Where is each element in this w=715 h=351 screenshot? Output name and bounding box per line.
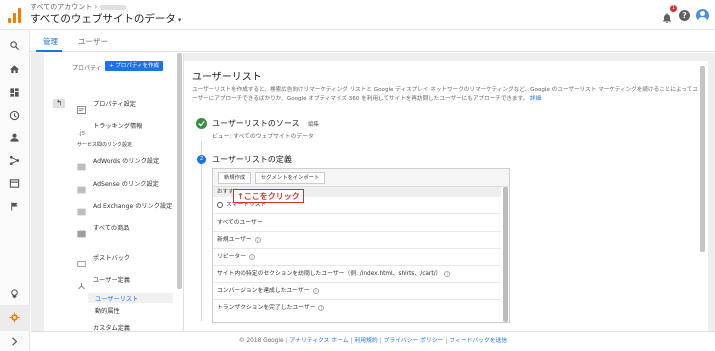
footer-link-privacy[interactable]: プライバシー ポリシー [384,338,444,344]
blurred-account-name [100,4,127,10]
import-segment-tab[interactable]: セグメントをインポート [255,172,326,184]
acquisition-icon[interactable] [8,154,21,167]
tracking-code-icon: .js [77,121,86,136]
app-root: すべてのアカウント › すべてのウェブサイトのデータ ▾ 1 ? 管理 ユーザー… [0,0,715,351]
adsense-icon [77,179,86,194]
expand-rail-icon[interactable] [8,335,21,348]
help-icon[interactable]: ? [444,270,451,277]
option-label: すべてのユーザー [217,220,263,226]
nav-link-postback[interactable]: ポストバック [93,253,130,262]
option-label: トランザクションを完了したユーザー [217,305,316,311]
list-item[interactable]: すべてのユーザー [213,215,501,232]
breadcrumb-label: すべてのアカウント › [30,3,98,11]
notifications-button[interactable]: 1 [661,5,677,23]
header-actions: 1 ? [661,5,709,23]
active-tab-indicator [36,50,62,52]
list-item[interactable]: サイト内の特定のセクションを訪問したユーザー（例: /index.html、sh… [213,266,501,283]
lightbulb-icon[interactable] [8,287,21,300]
smart-list-icon [217,201,223,208]
nav-scrollbar[interactable] [177,53,182,289]
nav-link-audience-definitions[interactable]: ユーザー定義 [93,275,130,284]
create-property-button[interactable]: + プロパティを作成 [105,61,164,71]
nav-item-tracking-info[interactable]: トラッキング情報 [93,121,142,130]
step-number-badge: 2 [197,155,206,164]
main-scrollbar[interactable] [700,66,705,252]
search-icon[interactable] [8,39,21,52]
nav-link-adwords[interactable]: AdWords のリンク設定 [93,156,159,165]
copyright-text: © 2018 Google [238,338,284,344]
property-nav-panel: プロパティ + プロパティを作成 ↰ プロパティ設定 .js トラッキング情報 … [44,53,184,331]
footer-link-analytics-home[interactable]: アナリティクス ホーム [290,338,349,344]
notification-badge: 1 [670,5,677,12]
behavior-icon[interactable] [8,177,21,190]
page-description: ユーザーリストを作成すると、検索広告向けリマーケティング リストと Google… [192,86,698,104]
person-icon[interactable] [8,131,21,144]
option-label: リピーター [217,254,246,260]
help-icon[interactable]: ? [312,287,319,294]
account-avatar[interactable] [696,8,709,22]
step-source-edit-link[interactable]: 編集 [308,120,319,128]
postback-icon [77,253,86,267]
footer-link-terms[interactable]: 利用規約 [354,338,377,344]
step-source-view: ビュー: すべてのウェブサイトのデータ [212,134,314,140]
top-header: すべてのアカウント › すべてのウェブサイトのデータ ▾ 1 ? [0,0,715,30]
nav-link-adsense[interactable]: AdSense のリンク設定 [93,179,159,188]
learn-more-link[interactable]: 詳細 [530,96,541,102]
analytics-logo-icon[interactable] [8,7,22,23]
audience-definitions-icon [77,275,86,290]
gear-icon[interactable] [8,311,21,324]
nav-sub-dynamic-attributes[interactable]: 動的属性 [95,306,120,315]
step-definition-title: ユーザーリストの定義 [212,155,292,164]
all-products-icon [77,223,86,238]
bell-icon [663,13,671,23]
chevron-down-icon: ▾ [177,16,182,24]
nav-item-property-settings[interactable]: プロパティ設定 [93,99,136,108]
nav-section-product-links: サービス間のリンク設定 [77,142,133,148]
options-scrollbar[interactable] [503,187,508,322]
step-source-title: ユーザーリストのソース [212,119,300,128]
site-title: すべてのウェブサイトのデータ [30,13,176,25]
create-new-tab[interactable]: 新規作成 [218,172,252,184]
nav-link-custom-definitions[interactable]: カスタム定義 [93,323,130,331]
property-settings-icon [77,99,86,114]
clock-icon[interactable] [8,109,21,122]
help-icon[interactable]: ? [254,236,261,243]
tab-admin[interactable]: 管理 [43,36,58,47]
option-label: 新規ユーザー [217,237,252,243]
back-arrow-icon[interactable]: ↰ [53,99,65,108]
svg-text:.js: .js [78,129,85,136]
description-text: ユーザーリストを作成すると、検索広告向けリマーケティング リストと Google… [192,87,698,102]
adwords-icon [77,156,86,171]
annotation-callout: ↑ここをクリック [233,189,304,203]
page-title: ユーザーリスト [192,72,262,83]
nav-sub-user-lists[interactable]: ユーザーリスト [95,294,138,303]
property-label: プロパティ [72,65,102,72]
page-footer: © 2018 Google | アナリティクス ホーム | 利用規約 | プライバシー ポリ… [31,331,715,351]
home-icon[interactable] [8,63,21,76]
admin-tabs: 管理 ユーザー [30,30,715,52]
footer-link-feedback[interactable]: フィードバックを送信 [449,338,507,344]
option-label: サイト内の特定のセクションを訪問したユーザー（例: /index.html、sh… [217,271,442,277]
dashboard-icon[interactable] [8,86,21,99]
left-rail [0,30,30,351]
definition-tabs: 新規作成 セグメントをインポート [213,169,509,187]
nav-link-adexchange[interactable]: Ad Exchange のリンク設定 [93,201,172,210]
view-selector[interactable]: すべてのウェブサイトのデータ ▾ [30,11,181,26]
list-item[interactable]: コンバージョンを達成したユーザー? [213,283,501,300]
help-button[interactable]: ? [679,9,690,21]
tab-user[interactable]: ユーザー [78,36,108,47]
help-icon[interactable]: ? [318,304,325,311]
adexchange-icon [77,201,86,216]
flag-icon[interactable] [8,200,21,213]
list-item[interactable]: トランザクションを完了したユーザー? [213,300,501,317]
step-connector [201,141,202,321]
help-icon[interactable]: ? [249,253,255,260]
list-item[interactable]: 新規ユーザー? [213,232,501,249]
option-label: コンバージョンを達成したユーザー [217,288,310,294]
nav-link-all-products[interactable]: すべての商品 [93,223,129,232]
checkmark-icon [196,118,207,129]
list-item[interactable]: リピーター? [213,249,501,266]
